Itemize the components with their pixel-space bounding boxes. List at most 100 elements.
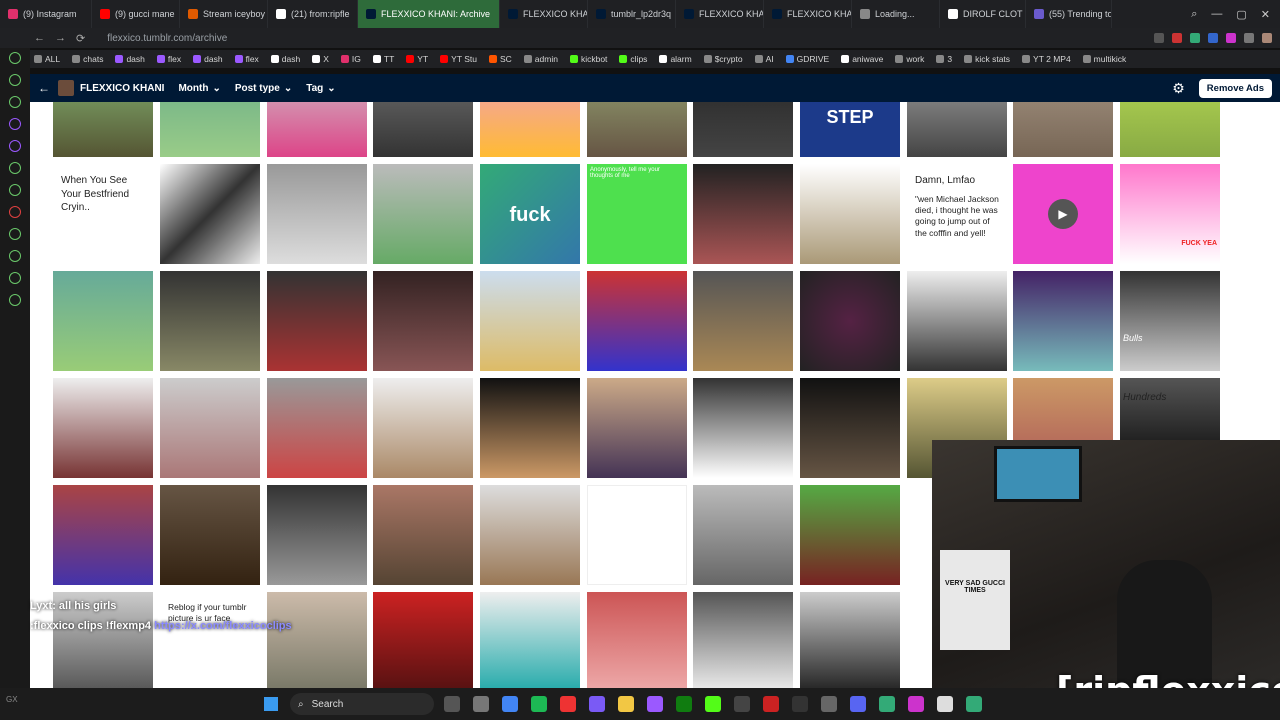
post-thumbnail[interactable]: [53, 378, 153, 478]
app-icon[interactable]: [705, 696, 721, 712]
text-post-tile[interactable]: Damn, Lmfao "wen Michael Jackson died, i…: [907, 164, 1007, 264]
bookmark-item[interactable]: admin: [523, 54, 558, 64]
app-icon[interactable]: [850, 696, 866, 712]
post-thumbnail[interactable]: Hundreds: [1120, 378, 1220, 440]
windows-start-icon[interactable]: [264, 697, 278, 711]
bookmark-item[interactable]: work: [895, 54, 924, 64]
bookmark-item[interactable]: YT Stu: [440, 54, 477, 64]
browser-tab[interactable]: (9) Instagram: [0, 0, 92, 28]
post-thumbnail[interactable]: [587, 592, 687, 688]
post-thumbnail[interactable]: [587, 485, 687, 585]
post-thumbnail[interactable]: [693, 378, 793, 478]
sidebar-app-icon[interactable]: [9, 96, 21, 108]
sidebar-app-icon[interactable]: [9, 184, 21, 196]
post-thumbnail[interactable]: [160, 485, 260, 585]
post-thumbnail[interactable]: [693, 102, 793, 157]
bookmark-item[interactable]: SC: [488, 54, 512, 64]
post-thumbnail[interactable]: [267, 378, 367, 478]
post-thumbnail[interactable]: [160, 271, 260, 371]
post-thumbnail[interactable]: [480, 102, 580, 157]
post-thumbnail[interactable]: [587, 378, 687, 478]
remove-ads-button[interactable]: Remove Ads: [1198, 78, 1272, 98]
blog-name[interactable]: FLEXXICO KHANI: [80, 83, 164, 94]
bookmark-item[interactable]: dash: [193, 54, 223, 64]
post-thumbnail[interactable]: [267, 164, 367, 264]
browser-tab[interactable]: tumblr_lp2dr3q: [588, 0, 676, 28]
extension-icon[interactable]: [1208, 33, 1218, 43]
bookmark-item[interactable]: ALL: [34, 54, 60, 64]
extension-icon[interactable]: [1172, 33, 1182, 43]
app-icon[interactable]: [589, 696, 605, 712]
sidebar-app-icon[interactable]: [9, 272, 21, 284]
app-icon[interactable]: [647, 696, 663, 712]
bookmark-item[interactable]: kick stats: [964, 54, 1010, 64]
post-thumbnail[interactable]: [267, 485, 367, 585]
app-icon[interactable]: [676, 696, 692, 712]
post-thumbnail[interactable]: [160, 164, 260, 264]
post-thumbnail[interactable]: [1013, 271, 1113, 371]
reload-icon[interactable]: ⟳: [76, 32, 85, 45]
taskbar-search[interactable]: ⌕ Search: [290, 693, 434, 715]
back-icon[interactable]: ←: [34, 32, 45, 44]
post-thumbnail[interactable]: [480, 378, 580, 478]
sidebar-app-icon[interactable]: [9, 294, 21, 306]
app-icon[interactable]: [937, 696, 953, 712]
post-thumbnail[interactable]: [373, 485, 473, 585]
browser-tab[interactable]: FLEXXICO KHA: [764, 0, 852, 28]
app-icon[interactable]: [734, 696, 750, 712]
browser-tab[interactable]: DIROLF CLOT: [940, 0, 1026, 28]
sidebar-app-icon[interactable]: [9, 52, 21, 64]
post-thumbnail[interactable]: [1120, 102, 1220, 157]
browser-tab[interactable]: FLEXXICO KHA: [500, 0, 588, 28]
post-thumbnail[interactable]: FUCK YEA: [1120, 164, 1220, 264]
search-tabs-icon[interactable]: ⌕: [1191, 8, 1197, 21]
app-icon[interactable]: [473, 696, 489, 712]
browser-tab[interactable]: Loading...: [852, 0, 940, 28]
month-filter[interactable]: Month ⌄: [178, 83, 220, 94]
blog-avatar[interactable]: [58, 80, 74, 96]
bookmark-item[interactable]: YT 2 MP4: [1022, 54, 1071, 64]
app-icon[interactable]: [560, 696, 576, 712]
post-thumbnail[interactable]: [480, 592, 580, 688]
browser-tab[interactable]: Stream iceyboy: [180, 0, 268, 28]
post-thumbnail[interactable]: [373, 592, 473, 688]
post-thumbnail[interactable]: [53, 271, 153, 371]
app-icon[interactable]: [444, 696, 460, 712]
post-thumbnail[interactable]: Anonymously, tell me your thoughts of me: [587, 164, 687, 264]
post-thumbnail[interactable]: [800, 378, 900, 478]
post-thumbnail[interactable]: [53, 102, 153, 157]
bookmark-item[interactable]: dash: [115, 54, 145, 64]
post-thumbnail[interactable]: [587, 102, 687, 157]
sidebar-app-icon[interactable]: [9, 162, 21, 174]
post-thumbnail[interactable]: [800, 485, 900, 585]
post-thumbnail[interactable]: fuck: [480, 164, 580, 264]
post-thumbnail[interactable]: [267, 271, 367, 371]
play-icon[interactable]: ▶: [1048, 199, 1078, 229]
bookmark-item[interactable]: flex: [234, 54, 259, 64]
post-thumbnail[interactable]: [1013, 102, 1113, 157]
bookmark-item[interactable]: 3: [936, 54, 952, 64]
sidebar-app-icon[interactable]: [9, 140, 21, 152]
bookmark-item[interactable]: chats: [72, 54, 103, 64]
minimize-icon[interactable]: —: [1211, 8, 1222, 21]
post-thumbnail[interactable]: [693, 164, 793, 264]
video-post-tile[interactable]: ▶: [1013, 164, 1113, 264]
app-icon[interactable]: [531, 696, 547, 712]
post-thumbnail[interactable]: [693, 485, 793, 585]
browser-tab[interactable]: (9) gucci mane: [92, 0, 180, 28]
bookmark-item[interactable]: multikick: [1082, 54, 1126, 64]
maximize-icon[interactable]: ▢: [1236, 8, 1246, 21]
sidebar-app-icon[interactable]: [9, 206, 21, 218]
post-thumbnail[interactable]: STEP: [800, 102, 900, 157]
post-type-filter[interactable]: Post type ⌄: [235, 83, 292, 94]
extension-icon[interactable]: [1154, 33, 1164, 43]
profile-avatar[interactable]: [1262, 33, 1272, 43]
post-thumbnail[interactable]: [693, 271, 793, 371]
browser-tab[interactable]: (21) from:ripfle: [268, 0, 358, 28]
bookmark-item[interactable]: aniwave: [841, 54, 883, 64]
browser-tab[interactable]: (55) Trending to: [1026, 0, 1112, 28]
app-icon[interactable]: [821, 696, 837, 712]
post-thumbnail[interactable]: [800, 271, 900, 371]
app-icon[interactable]: [618, 696, 634, 712]
bookmark-item[interactable]: $crypto: [703, 54, 743, 64]
